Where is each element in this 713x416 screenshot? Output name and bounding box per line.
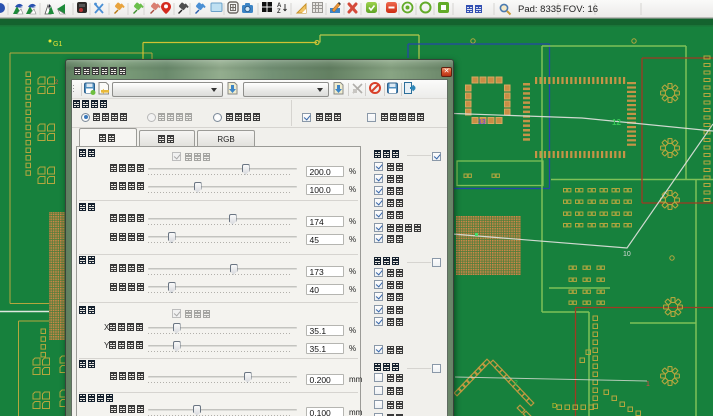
svg-text:12: 12 [612, 118, 621, 127]
svg-text:D: D [552, 403, 557, 410]
svg-text:2: 2 [514, 380, 518, 387]
svg-text:13: 13 [478, 119, 486, 126]
svg-text:Z: Z [277, 9, 281, 15]
svg-text:1: 1 [646, 381, 650, 388]
svg-text:G1: G1 [53, 41, 62, 48]
svg-text:10: 10 [623, 251, 631, 258]
